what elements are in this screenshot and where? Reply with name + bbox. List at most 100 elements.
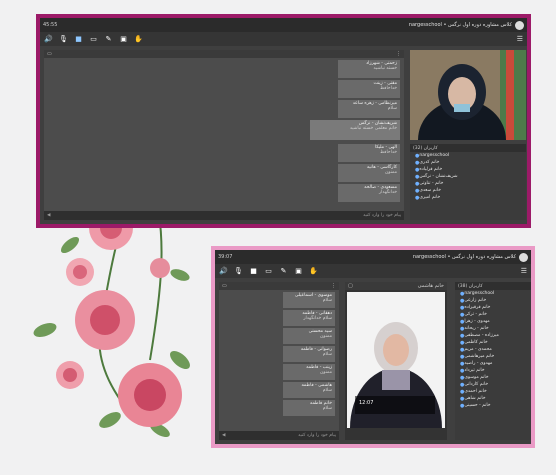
user-icon: ● <box>415 187 420 194</box>
chat-header: ▭ ⋮ <box>219 282 339 290</box>
expand-icon[interactable]: ▢ <box>348 283 353 289</box>
video-header: ▢ خانم هاشمی <box>345 282 447 290</box>
student-video[interactable]: 12:07 <box>347 292 445 428</box>
microphone-icon[interactable]: 🎙 <box>234 267 243 276</box>
chat-message-highlighted: شریف‌نشان - نرگس خانم معلمی خسته نباشید <box>310 120 400 140</box>
camera-icon[interactable]: ■ <box>74 35 83 44</box>
user-item[interactable]: خانم میرهاشمی ● <box>455 353 531 360</box>
user-icon: ● <box>460 388 465 395</box>
avatar[interactable] <box>515 20 524 30</box>
chat-header: ▭ ⋮ <box>44 50 404 58</box>
teacher-video[interactable] <box>410 50 526 140</box>
chat-message: مقتی - زینت خداحافظ <box>338 80 400 98</box>
chat-input[interactable]: ◀ پیام خود را وارد کنید <box>44 211 404 220</box>
user-item[interactable]: خانم زارعی ● <box>455 297 531 304</box>
panel-menu-icon[interactable]: ⋮ <box>396 51 401 57</box>
user-item[interactable]: خانم - تناوتی ● <box>410 180 526 187</box>
screen-share-icon[interactable]: ▭ <box>264 267 273 276</box>
user-item[interactable]: خانم احمدی ● <box>455 388 531 395</box>
chat-message: کارگاسی - هانیه ممنون <box>338 164 400 182</box>
raise-hand-icon[interactable]: ✋ <box>309 267 318 276</box>
user-item[interactable]: nargesschool ● <box>410 152 526 159</box>
camera-icon[interactable]: ■ <box>249 267 258 276</box>
user-item[interactable]: شریف‌نشان - نرگس ● <box>410 173 526 180</box>
user-item[interactable]: خانم کدری ● <box>410 159 526 166</box>
classroom-window-2: 39:07 nargesschool • کلاس مشاوره دوره او… <box>215 250 531 444</box>
send-icon[interactable]: ◀ <box>222 433 225 438</box>
user-item[interactable]: خانم قزلیاده ● <box>410 166 526 173</box>
user-icon: ● <box>460 367 465 374</box>
session-time: 45:55 <box>43 22 58 28</box>
user-item[interactable]: nargesschool ● <box>455 290 531 297</box>
panel-menu-icon[interactable]: ⋮ <box>331 283 336 289</box>
chat-message: سید محسنی ممنون <box>283 328 335 344</box>
chat-message: میرنظامی - زهره ساعد سلام <box>338 100 400 118</box>
chat-message: زحمتی - شهرزاد خسته نباشید <box>338 60 400 78</box>
screen-share-icon[interactable]: ▭ <box>89 35 98 44</box>
raise-hand-icon[interactable]: ✋ <box>134 35 143 44</box>
user-icon: ● <box>460 374 465 381</box>
user-item[interactable]: محمدی - مریم ● <box>455 346 531 353</box>
user-icon: ● <box>415 194 420 201</box>
microphone-icon[interactable]: 🎙 <box>59 35 68 44</box>
chat-message: موسوی - اسماعیلی سلام <box>283 292 335 308</box>
chat-message: الهی - ملیکا خداحافظ <box>338 144 400 162</box>
video-feed-image <box>410 50 526 140</box>
users-header: کاربران (38) <box>455 282 531 290</box>
whiteboard-icon[interactable]: ▣ <box>294 267 303 276</box>
user-icon: ● <box>460 346 465 353</box>
user-item[interactable]: خانم تیرداد ● <box>455 367 531 374</box>
user-icon: ● <box>460 311 465 318</box>
title-bar: 45:55 nargesschool • کلاس مشاوره دوره او… <box>40 18 527 32</box>
user-icon: ● <box>460 395 465 402</box>
user-icon: ● <box>460 304 465 311</box>
user-icon: ● <box>460 353 465 360</box>
user-icon: ● <box>460 332 465 339</box>
video-feed-image <box>347 292 445 428</box>
classroom-window-1: 45:55 nargesschool • کلاس مشاوره دوره او… <box>40 18 527 224</box>
user-item[interactable]: خانم قرقیزاده ● <box>455 304 531 311</box>
title-bar: 39:07 nargesschool • کلاس مشاوره دوره او… <box>215 250 531 264</box>
user-icon: ● <box>460 339 465 346</box>
user-item[interactable]: میرزاده - مصطفی ● <box>455 332 531 339</box>
user-item[interactable]: خانم - ترکی ● <box>455 311 531 318</box>
user-item[interactable]: مهدوی - راضیه ● <box>455 360 531 367</box>
window-title: nargesschool • کلاس مشاوره دوره اول نرگس <box>412 254 516 260</box>
user-icon: ● <box>415 159 420 166</box>
screenshot-frame-2: 39:07 nargesschool • کلاس مشاوره دوره او… <box>211 246 535 448</box>
send-icon[interactable]: ◀ <box>47 213 50 218</box>
user-item[interactable]: خانم شاهی ● <box>455 395 531 402</box>
user-icon: ● <box>460 290 465 297</box>
menu-icon[interactable]: ☰ <box>517 35 523 43</box>
toolbar: 🔊 🎙 ■ ▭ ✎ ▣ ✋ ☰ <box>215 264 531 278</box>
user-icon: ● <box>460 318 465 325</box>
user-item[interactable]: خانم کاظمی ● <box>455 339 531 346</box>
menu-icon[interactable]: ☰ <box>521 267 527 275</box>
toolbar: 🔊 🎙 ■ ▭ ✎ ▣ ✋ ☰ <box>40 32 527 46</box>
user-item[interactable]: خانم - ریحانه ● <box>455 325 531 332</box>
user-item[interactable]: خانم موسوی ● <box>455 374 531 381</box>
video-panel: ▢ خانم هاشمی 12:07 <box>345 282 447 440</box>
speaker-icon[interactable]: 🔊 <box>219 267 228 276</box>
user-item[interactable]: مهدوی - زهرا ● <box>455 318 531 325</box>
user-item[interactable]: خانم امیری ● <box>410 194 526 201</box>
chat-icon: ▭ <box>222 283 227 289</box>
whiteboard-icon[interactable]: ▣ <box>119 35 128 44</box>
chat-input[interactable]: ◀ پیام خود را وارد کنید <box>219 431 339 440</box>
user-icon: ● <box>415 166 420 173</box>
user-icon: ● <box>460 297 465 304</box>
video-overlay-time: 12:07 <box>359 400 374 406</box>
speaker-icon[interactable]: 🔊 <box>44 35 53 44</box>
user-icon: ● <box>460 325 465 332</box>
chat-message: هاشمی - فاطمه سلام <box>283 382 335 398</box>
user-item[interactable]: خانم - حسینی ● <box>455 402 531 409</box>
pen-icon[interactable]: ✎ <box>279 267 288 276</box>
user-item[interactable]: خانم سعدی ● <box>410 187 526 194</box>
chat-message: دهقانی - فاطمه سلام خدانگهدار <box>283 310 335 326</box>
user-item[interactable]: خانم کاردانی ● <box>455 381 531 388</box>
avatar[interactable] <box>519 252 528 262</box>
session-time: 39:07 <box>218 254 233 260</box>
user-icon: ● <box>460 381 465 388</box>
pen-icon[interactable]: ✎ <box>104 35 113 44</box>
user-icon: ● <box>460 402 465 409</box>
